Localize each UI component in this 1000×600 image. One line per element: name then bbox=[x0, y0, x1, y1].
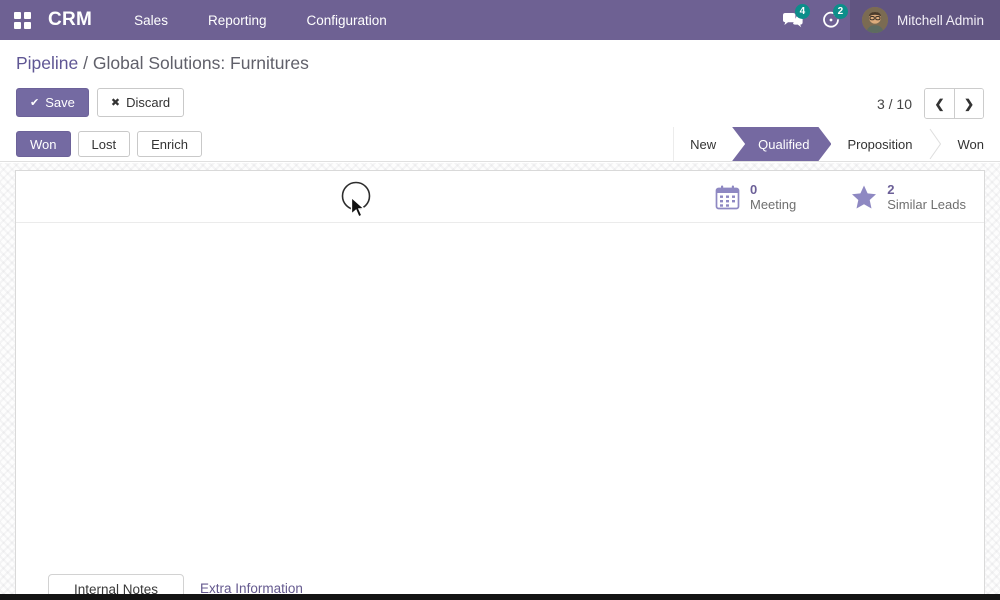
pager-previous-button[interactable]: ❮ bbox=[925, 89, 954, 118]
crm-form-view: CRM Sales Reporting Configuration 4 2 bbox=[0, 0, 1000, 600]
lost-button[interactable]: Lost bbox=[78, 131, 131, 157]
star-icon bbox=[850, 184, 878, 211]
meeting-count: 0 bbox=[750, 182, 796, 197]
discard-button[interactable]: ✖ Discard bbox=[97, 88, 184, 117]
activities-badge: 2 bbox=[833, 4, 848, 19]
control-panel-buttons: ✔ Save ✖ Discard bbox=[16, 88, 184, 117]
check-icon: ✔ bbox=[30, 96, 39, 109]
activities-button[interactable]: 2 bbox=[812, 0, 850, 40]
user-menu[interactable]: Mitchell Admin bbox=[850, 0, 1000, 40]
stage-qualified[interactable]: Qualified bbox=[732, 127, 831, 161]
stage-separator-icon bbox=[929, 127, 942, 161]
save-label: Save bbox=[45, 95, 75, 110]
sheet-header: 0 Meeting 2 Similar Leads bbox=[16, 171, 984, 223]
stage-proposition[interactable]: Proposition bbox=[831, 127, 928, 161]
form-statusbar: Won Lost Enrich New Qualified Propositio… bbox=[0, 127, 1000, 162]
form-sheet: 0 Meeting 2 Similar Leads bbox=[15, 170, 985, 600]
user-name: Mitchell Admin bbox=[897, 13, 984, 28]
breadcrumb-current: Global Solutions: Furnitures bbox=[93, 53, 309, 73]
record-pager: 3 / 10 ❮ ❯ bbox=[877, 88, 984, 119]
similar-leads-count: 2 bbox=[887, 182, 966, 197]
user-avatar bbox=[862, 7, 888, 33]
chevron-right-icon: ❯ bbox=[964, 97, 974, 111]
similar-leads-stat-button[interactable]: 2 Similar Leads bbox=[850, 182, 966, 212]
messages-badge: 4 bbox=[795, 4, 810, 19]
stage-won[interactable]: Won bbox=[942, 127, 1000, 161]
apps-menu-icon[interactable] bbox=[0, 0, 44, 40]
menu-reporting[interactable]: Reporting bbox=[200, 0, 275, 40]
systray: 4 2 bbox=[774, 0, 1000, 40]
enrich-button[interactable]: Enrich bbox=[137, 131, 202, 157]
menu-sales[interactable]: Sales bbox=[126, 0, 176, 40]
bottom-edge-bar bbox=[0, 594, 1000, 600]
breadcrumb-separator: / bbox=[78, 53, 93, 73]
calendar-icon bbox=[714, 184, 741, 211]
close-icon: ✖ bbox=[111, 96, 120, 109]
pager-next-button[interactable]: ❯ bbox=[954, 89, 983, 118]
meeting-label: Meeting bbox=[750, 197, 796, 212]
menu-configuration[interactable]: Configuration bbox=[299, 0, 395, 40]
save-button[interactable]: ✔ Save bbox=[16, 88, 89, 117]
messages-button[interactable]: 4 bbox=[774, 0, 812, 40]
breadcrumb-parent[interactable]: Pipeline bbox=[16, 53, 78, 73]
top-navbar: CRM Sales Reporting Configuration 4 2 bbox=[0, 0, 1000, 40]
stage-ribbon: New Qualified Proposition Won bbox=[673, 127, 1000, 161]
breadcrumb: Pipeline / Global Solutions: Furnitures bbox=[16, 53, 309, 74]
stage-new[interactable]: New bbox=[674, 127, 732, 161]
meeting-stat-button[interactable]: 0 Meeting bbox=[714, 182, 796, 212]
grid-icon bbox=[14, 12, 31, 29]
chevron-left-icon: ❮ bbox=[934, 97, 944, 111]
discard-label: Discard bbox=[126, 95, 170, 110]
won-button[interactable]: Won bbox=[16, 131, 71, 157]
app-name[interactable]: CRM bbox=[48, 9, 92, 31]
similar-leads-label: Similar Leads bbox=[887, 197, 966, 212]
pager-value: 3 / 10 bbox=[877, 96, 912, 112]
